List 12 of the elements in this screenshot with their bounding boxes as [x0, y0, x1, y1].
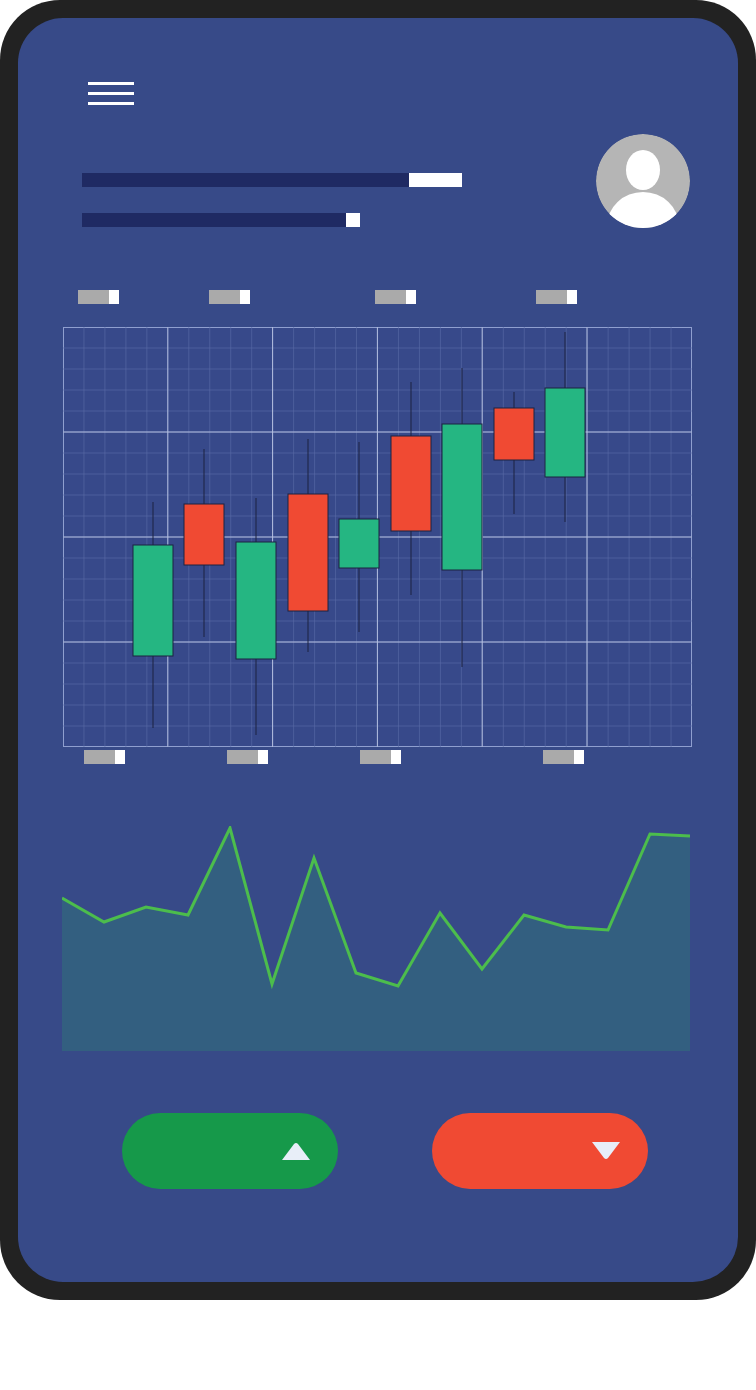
label-placeholder — [84, 750, 125, 764]
label-placeholder — [209, 290, 250, 304]
menu-icon[interactable] — [88, 82, 134, 106]
label-placeholder — [360, 750, 401, 764]
label-placeholder — [78, 290, 119, 304]
avatar-icon[interactable] — [596, 134, 690, 228]
label-placeholder — [227, 750, 268, 764]
down-triangle-icon — [589, 1141, 623, 1161]
label-placeholder — [375, 290, 416, 304]
label-placeholder — [536, 290, 577, 304]
up-triangle-icon — [279, 1141, 313, 1161]
label-placeholder — [543, 750, 584, 764]
